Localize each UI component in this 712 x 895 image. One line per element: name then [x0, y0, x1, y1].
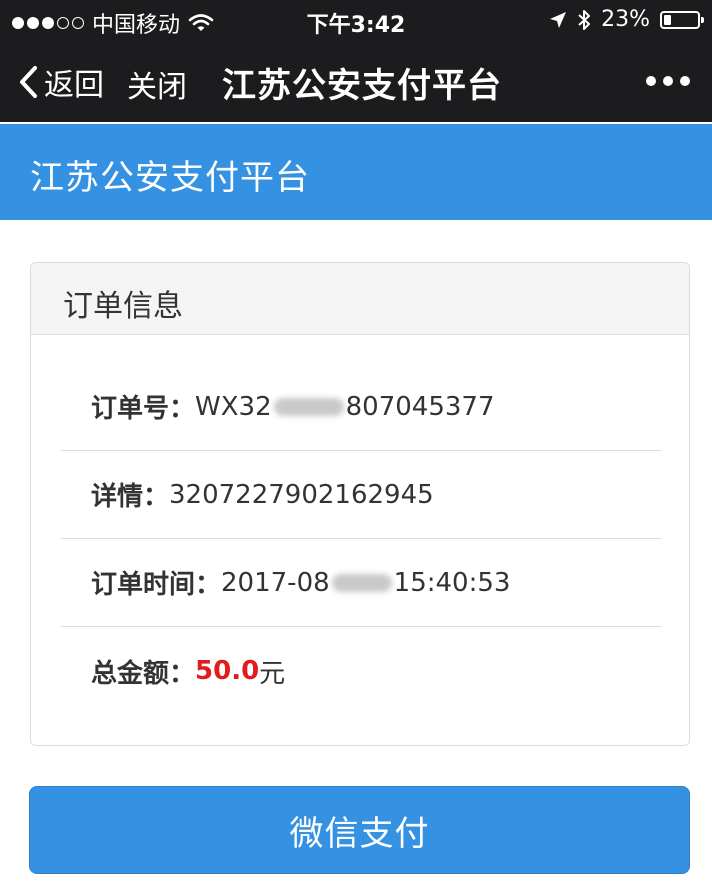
card-title: 订单信息	[31, 263, 689, 335]
order-time-prefix: 2017-08	[221, 567, 330, 598]
page-header: 江苏公安支付平台	[0, 124, 712, 220]
more-options-icon[interactable]	[646, 76, 690, 86]
currency-unit: 元	[259, 658, 286, 689]
battery-fill	[664, 14, 671, 25]
redacted-blur	[331, 574, 392, 592]
chevron-left-icon	[20, 66, 37, 98]
order-number-suffix: 807045377	[345, 391, 495, 422]
page-title: 江苏公安支付平台	[30, 158, 310, 198]
battery-icon	[660, 10, 704, 29]
battery-percent: 23%	[601, 7, 650, 32]
detail-value: 3207227902162945	[169, 479, 434, 510]
order-time-suffix: 15:40:53	[393, 567, 511, 598]
order-number-value: WX32 807045377	[195, 392, 495, 422]
order-info-card: 订单信息 订单号： WX32 807045377 详情： 320722790216…	[30, 262, 690, 746]
order-number-label: 订单号：	[91, 394, 196, 424]
total-amount-value: 50.0	[195, 656, 260, 686]
order-time-row: 订单时间： 2017-08 15:40:53	[61, 539, 661, 627]
order-time-value: 2017-08 15:40:53	[221, 568, 510, 598]
total-amount-row: 总金额： 50.0 元	[61, 627, 661, 715]
wechat-pay-button[interactable]: 微信支付	[29, 786, 690, 874]
total-amount-label: 总金额：	[91, 658, 196, 689]
bluetooth-icon	[578, 9, 591, 30]
status-right: 23%	[549, 7, 704, 32]
detail-row: 详情： 3207227902162945	[61, 451, 661, 539]
navigation-bar: 返回 关闭 江苏公安支付平台	[0, 40, 712, 122]
order-number-prefix: WX32	[195, 391, 272, 422]
close-button[interactable]: 关闭	[127, 62, 187, 106]
detail-label: 详情：	[91, 482, 170, 512]
status-bar: 中国移动 下午3:42 23%	[0, 0, 712, 40]
redacted-blur	[273, 398, 344, 416]
back-button[interactable]: 返回	[18, 60, 104, 104]
order-time-label: 订单时间：	[91, 570, 222, 600]
order-number-row: 订单号： WX32 807045377	[61, 363, 661, 451]
location-arrow-icon	[550, 11, 567, 28]
nav-title: 江苏公安支付平台	[222, 66, 502, 106]
back-label: 返回	[44, 68, 104, 103]
